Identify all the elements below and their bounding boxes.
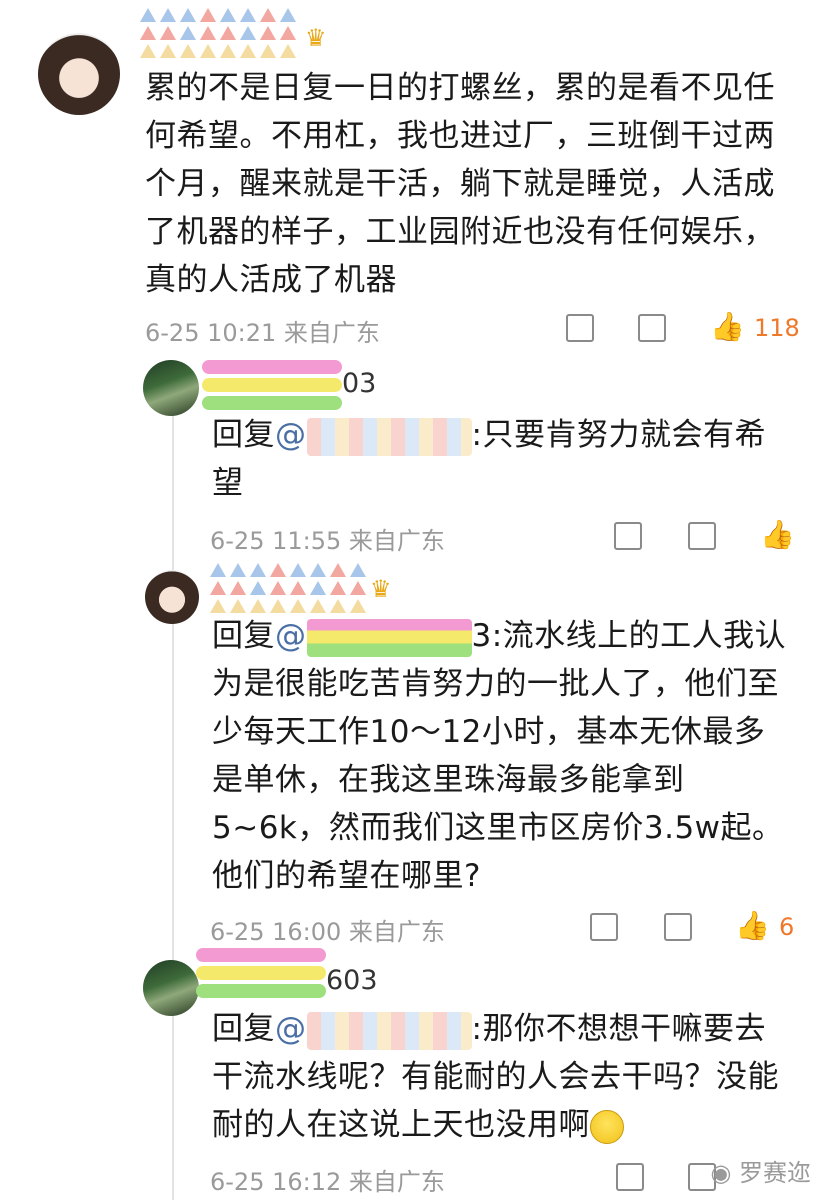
reply-time: 6-25 16:12 来自广东 (210, 1168, 445, 1196)
reply-text: 3:流水线上的工人我认为是很能吃苦肯努力的一批人了，他们至少每天工作10～12小… (212, 618, 787, 894)
mention-at[interactable]: @ (275, 1011, 307, 1047)
mention-at[interactable]: @ (275, 417, 307, 453)
share-icon[interactable] (614, 522, 642, 557)
avatar[interactable] (143, 360, 199, 416)
reply-prefix: 回复 (212, 618, 275, 654)
reply-text-block: 回复@:那你不想想干嘛要去干流水线呢？有能耐的人会去干吗？没能耐的人在这说上天也… (212, 1005, 792, 1149)
crown-icon: ♛ (305, 24, 327, 52)
reply-prefix: 回复 (212, 417, 275, 453)
reply-text-block: 回复@ 3:流水线上的工人我认为是很能吃苦肯努力的一批人了，他们至少每天工作10～… (212, 612, 792, 900)
mention-at[interactable]: @ (275, 618, 307, 654)
mention-mask[interactable] (306, 618, 472, 657)
avatar[interactable] (38, 33, 120, 115)
username-mask[interactable] (196, 948, 326, 998)
username-mask[interactable] (210, 563, 375, 613)
avatar[interactable] (145, 570, 199, 624)
comment-icon[interactable] (688, 522, 716, 557)
crown-icon: ♛ (370, 575, 392, 603)
comment-icon[interactable] (638, 314, 666, 349)
username-suffix[interactable]: 03 (342, 368, 376, 399)
share-icon[interactable] (590, 913, 618, 948)
watermark-text: 罗赛迩 (739, 1159, 811, 1187)
mention-mask[interactable] (306, 1011, 472, 1050)
reply-time: 6-25 16:00 来自广东 (210, 918, 445, 946)
comment-text: 累的不是日复一日的打螺丝，累的是看不见任何希望。不用杠，我也进过厂，三班倒干过两… (145, 70, 775, 298)
reply-text-block: 回复@:只要肯努力就会有希望 (212, 411, 792, 507)
reply-time: 6-25 11:55 来自广东 (210, 527, 445, 555)
like-icon[interactable]: 👍 (710, 310, 745, 343)
like-count: 6 (779, 913, 795, 941)
watermark: ◉ 罗赛迩 (710, 1153, 811, 1188)
comment-icon[interactable] (664, 913, 692, 948)
like-count: 118 (754, 314, 800, 342)
avatar[interactable] (143, 960, 199, 1016)
username-mask[interactable] (202, 360, 342, 410)
smile-emoji-icon (590, 1109, 624, 1144)
reply-prefix: 回复 (212, 1011, 275, 1047)
share-icon[interactable] (566, 314, 594, 349)
like-icon[interactable]: 👍 (735, 909, 770, 942)
weibo-icon: ◉ (710, 1159, 732, 1187)
username-suffix[interactable]: 603 (326, 965, 378, 996)
mention-mask[interactable] (306, 417, 472, 456)
share-icon[interactable] (616, 1163, 644, 1198)
comment-time: 6-25 10:21 来自广东 (145, 319, 380, 347)
thread-line (172, 405, 174, 1200)
username-mask[interactable] (140, 8, 305, 58)
like-icon[interactable]: 👍 (760, 518, 795, 551)
